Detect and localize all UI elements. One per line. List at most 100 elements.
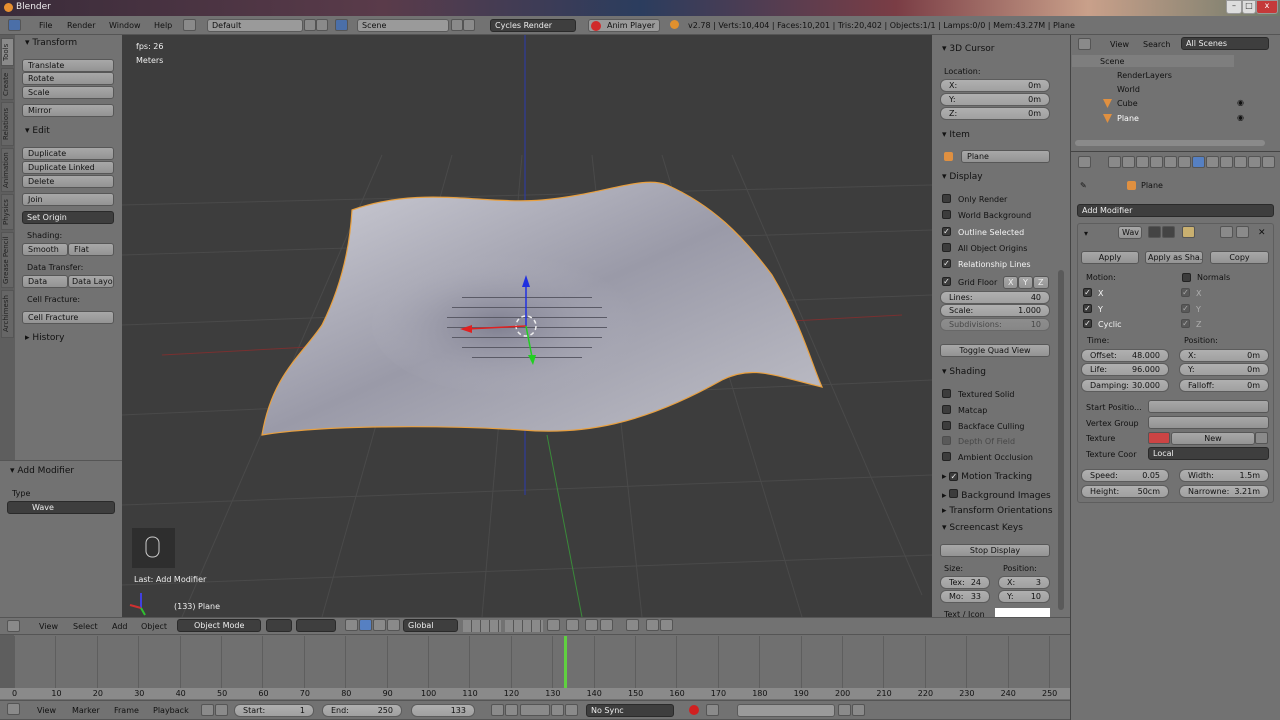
shading-option-checkbox[interactable] (942, 421, 951, 430)
speed-field[interactable]: Speed: 0.05 (1081, 469, 1169, 482)
motion-x-checkbox[interactable]: ✓ (1083, 288, 1092, 297)
tab-create[interactable]: Create (1, 68, 14, 100)
maximize-button[interactable]: □ (1242, 0, 1256, 14)
visibility-eye-icon[interactable]: ◉ (1237, 113, 1244, 122)
outliner-filter-select[interactable]: All Scenes (1181, 37, 1269, 50)
mode-select[interactable]: Object Mode (177, 619, 261, 632)
rotate-manipulator-icon[interactable] (373, 619, 386, 631)
add-modifier-panel-header[interactable]: ▾ Add Modifier (10, 466, 74, 476)
screen-layout-icon[interactable] (183, 19, 196, 31)
add-layout-icon[interactable] (304, 19, 316, 31)
menu-select[interactable]: Select (73, 622, 98, 631)
tab-modifiers-icon[interactable] (1192, 156, 1205, 168)
tab-object-icon[interactable] (1164, 156, 1177, 168)
tab-constraints-icon[interactable] (1178, 156, 1191, 168)
grid-axis-y-toggle[interactable]: Y (1018, 276, 1033, 289)
snap-target-icon[interactable] (626, 619, 639, 631)
menu-window[interactable]: Window (109, 21, 141, 30)
pin-icon[interactable]: ✎ (1080, 181, 1087, 190)
remove-layout-icon[interactable] (316, 19, 328, 31)
outliner-search-menu[interactable]: Search (1143, 40, 1170, 49)
shading-panel-header[interactable]: ▾ Shading (942, 367, 986, 377)
scene-icon[interactable] (335, 19, 348, 31)
snap-toggle-icon[interactable] (585, 619, 598, 631)
timeline-editor-icon[interactable] (7, 703, 20, 715)
apply-as-shape-button[interactable]: Apply as Sha... (1145, 251, 1203, 264)
pivot-select[interactable] (296, 619, 336, 632)
outliner-scrollbar[interactable] (1075, 140, 1265, 146)
properties-editor-icon[interactable] (1078, 156, 1091, 168)
data-button[interactable]: Data (22, 275, 68, 288)
background-images-panel-header[interactable]: ▸ Background Images (942, 489, 1051, 501)
minimize-button[interactable]: – (1226, 0, 1242, 14)
cell-fracture-button[interactable]: Cell Fracture (22, 311, 114, 324)
tab-data-icon[interactable] (1206, 156, 1219, 168)
shading-option-checkbox[interactable] (942, 452, 951, 461)
tab-archimesh[interactable]: Archimesh (1, 290, 14, 338)
transform-orientation-select[interactable]: Global (403, 619, 458, 632)
manipulator-toggle-icon[interactable] (345, 619, 358, 631)
motion-tracking-panel-header[interactable]: ▸ ✓ Motion Tracking (942, 472, 1032, 482)
viewport-toggle-icon[interactable] (1162, 226, 1175, 238)
mirror-button[interactable]: Mirror (22, 104, 114, 117)
move-down-icon[interactable] (1236, 226, 1249, 238)
delete-button[interactable]: Delete (22, 175, 114, 188)
object-name-field[interactable]: Plane (961, 150, 1050, 163)
3d-cursor-panel-header[interactable]: ▾ 3D Cursor (942, 44, 995, 54)
3d-viewport[interactable] (122, 35, 932, 617)
sync-mode-select[interactable]: No Sync (586, 704, 674, 717)
cursor-x-field[interactable]: X: 0m (940, 79, 1050, 92)
menu-object[interactable]: Object (141, 622, 167, 631)
jump-end-icon[interactable] (565, 704, 578, 716)
keying-icon[interactable] (706, 704, 719, 716)
visibility-eye-icon[interactable]: ◉ (1237, 98, 1244, 107)
close-button[interactable]: x (1256, 0, 1278, 14)
tab-physics[interactable]: Physics (1, 194, 14, 230)
translate-button[interactable]: Translate (22, 59, 114, 72)
panel-history-header[interactable]: ▸ History (25, 333, 64, 343)
tab-render-layers-icon[interactable] (1122, 156, 1135, 168)
insert-keyframe-icon[interactable] (838, 704, 851, 716)
start-frame-field[interactable]: Start: 1 (234, 704, 314, 717)
panel-edit-header[interactable]: ▾ Edit (25, 126, 50, 136)
menu-view[interactable]: View (37, 706, 56, 715)
menu-add[interactable]: Add (112, 622, 128, 631)
modifier-type-select[interactable]: Wave (7, 501, 115, 514)
grid-floor-checkbox[interactable]: ✓ (942, 277, 951, 286)
preview-range-icon[interactable] (201, 704, 214, 716)
vertex-group-field[interactable] (1148, 416, 1269, 429)
tab-texture-icon[interactable] (1234, 156, 1247, 168)
cursor-z-field[interactable]: Z: 0m (940, 107, 1050, 120)
proportional-edit-icon[interactable] (566, 619, 579, 631)
menu-help[interactable]: Help (154, 21, 172, 30)
apply-button[interactable]: Apply (1081, 251, 1139, 264)
menu-frame[interactable]: Frame (114, 706, 139, 715)
tab-animation[interactable]: Animation (1, 148, 14, 192)
collapse-modifier-icon[interactable]: ▾ (1084, 229, 1088, 238)
layers-grid-2[interactable] (505, 620, 543, 632)
screen-layout-field[interactable]: Default (207, 19, 303, 32)
grid-axis-x-toggle[interactable]: X (1003, 276, 1018, 289)
toggle-quad-view-button[interactable]: Toggle Quad View (940, 344, 1050, 357)
texture-coords-select[interactable]: Local (1148, 447, 1269, 460)
width-field[interactable]: Width: 1.5m (1179, 469, 1269, 482)
add-scene-icon[interactable] (451, 19, 463, 31)
transform-orientations-panel-header[interactable]: ▸ Transform Orientations (942, 506, 1053, 516)
smooth-button[interactable]: Smooth (22, 243, 68, 256)
duplicate-linked-button[interactable]: Duplicate Linked (22, 161, 114, 174)
current-frame-indicator[interactable] (564, 636, 567, 688)
pause-icon[interactable] (520, 704, 550, 716)
mo-size-field[interactable]: Mo: 33 (940, 590, 990, 603)
jump-start-icon[interactable] (491, 704, 504, 716)
rotate-button[interactable]: Rotate (22, 72, 114, 85)
remove-scene-icon[interactable] (463, 19, 475, 31)
texture-properties-icon[interactable] (1255, 432, 1268, 444)
position-y-field[interactable]: Y: 0m (1179, 363, 1269, 376)
texture-browse-icon[interactable] (1148, 432, 1170, 444)
timeline-area[interactable] (0, 635, 1070, 688)
falloff-field[interactable]: Falloff: 0m (1179, 379, 1269, 392)
lock-layers-icon[interactable] (547, 619, 560, 631)
life-field[interactable]: Life: 96.000 (1081, 363, 1169, 376)
outliner-item-cube[interactable]: Cube (1117, 99, 1138, 108)
current-frame-field[interactable]: 133 (411, 704, 475, 717)
